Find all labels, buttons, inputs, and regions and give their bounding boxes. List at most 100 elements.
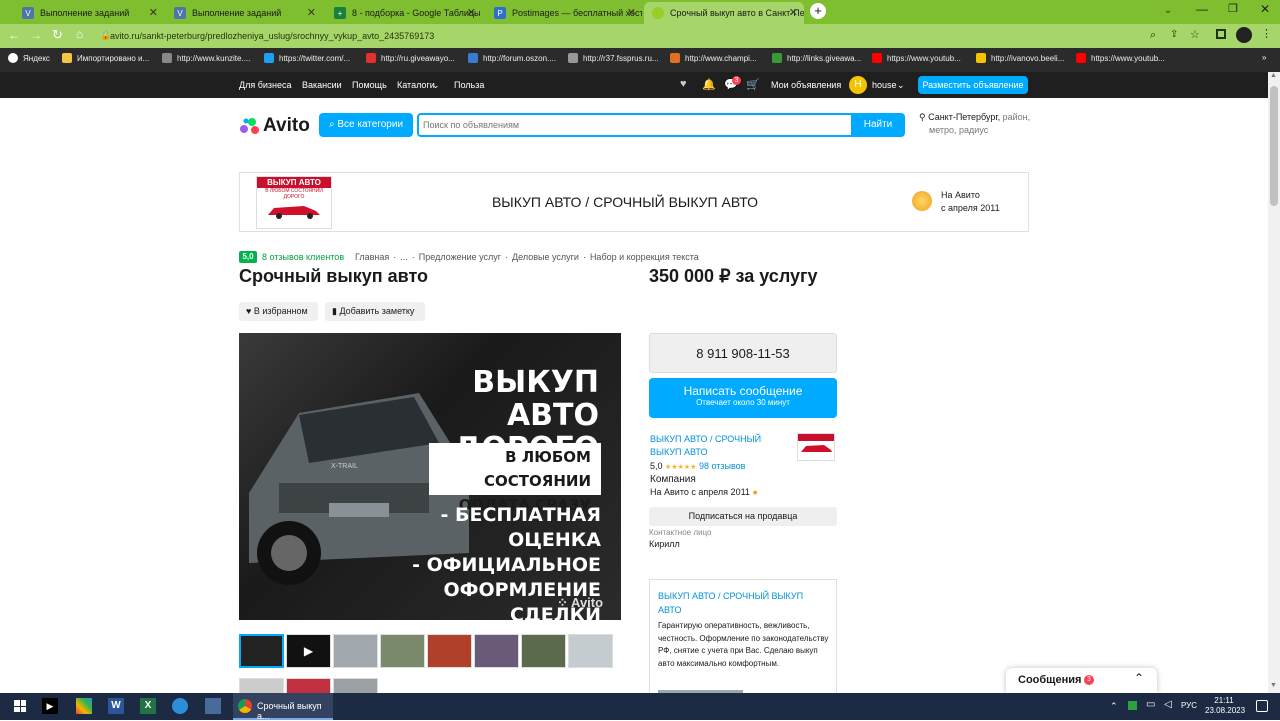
avito-logo[interactable]: Avito [239,115,310,137]
sidebar-icon[interactable] [1216,29,1226,39]
breadcrumb-item[interactable]: Главная [355,252,389,262]
back-icon[interactable]: ← [8,28,20,42]
app-icon[interactable] [76,698,92,714]
browser-tab[interactable]: P Postimages — бесплатный хостин ✕ [486,2,642,24]
photo-thumbnail[interactable] [333,678,378,693]
browser-tab[interactable]: V Выполнение заданий ✕ [166,2,322,24]
cart-icon[interactable]: 🛒 [746,78,760,91]
nav-link-vacancies[interactable]: Вакансии [302,80,342,90]
search-input[interactable] [423,117,843,133]
photo-thumbnail[interactable] [568,634,613,668]
close-icon[interactable]: ✕ [149,6,158,19]
close-icon[interactable]: ✕ [627,6,636,19]
bookmark-item[interactable]: http://links.giveawa... [772,53,861,63]
my-ads-link[interactable]: Мои объявления [771,80,841,90]
tray-chevron-icon[interactable]: ⌃ [1110,701,1118,712]
subscribe-button[interactable]: Подписаться на продавца [649,507,837,526]
post-ad-button[interactable]: Разместить объявление [918,76,1028,94]
breadcrumb-item[interactable]: Деловые услуги [512,252,579,262]
bookmark-item[interactable]: http://ivanovo.beeli... [976,53,1064,63]
scroll-up-icon[interactable]: ▲ [1270,72,1277,79]
maximize-icon[interactable]: ❐ [1228,2,1238,15]
nav-link-catalogs[interactable]: Каталоги [397,80,435,90]
bookmark-item[interactable]: https://www.youtub... [872,53,961,63]
favorite-button[interactable]: ♥ В избранном [239,302,318,321]
tab-search-icon[interactable]: ⌄ [1158,3,1178,19]
close-icon[interactable]: ✕ [789,6,798,19]
profile-avatar-icon[interactable] [1236,27,1252,43]
clock[interactable]: 21:11 23.08.2023 [1205,696,1245,716]
chevron-up-icon[interactable]: ⌃ [1134,671,1144,685]
bookmark-item[interactable]: http://ru.giveawayo... [366,53,455,63]
photo-thumbnail[interactable] [239,634,284,668]
new-tab-button[interactable]: + [810,3,826,19]
all-categories-button[interactable]: ⌕ Все категории [319,113,413,137]
bell-icon[interactable]: 🔔 [702,78,716,91]
language-indicator[interactable]: РУС [1181,701,1197,710]
close-window-icon[interactable]: ✕ [1260,2,1270,16]
user-avatar[interactable]: H [849,76,867,94]
search-button[interactable]: Найти [851,113,905,137]
more-bookmarks-icon[interactable]: » [1262,53,1266,62]
seller-reviews-link[interactable]: 98 отзывов [699,461,746,471]
bookmark-item[interactable]: http://www.champi... [670,53,757,63]
bookmark-item[interactable]: http://www.kunzite.... [162,53,250,63]
share-icon[interactable]: ⇪ [1170,29,1178,40]
user-name[interactable]: house [872,80,897,90]
photo-thumbnail[interactable] [474,634,519,668]
promo-title-link[interactable]: ВЫКУП АВТО / СРОЧНЫЙ ВЫКУП АВТО [658,589,803,617]
seller-avatar[interactable] [797,433,835,461]
bookmark-item[interactable]: https://www.youtub... [1076,53,1165,63]
photo-thumbnail[interactable] [239,678,284,693]
browser-tab-active[interactable]: Срочный выкуп авто в Санкт-Пет ✕ [644,2,804,24]
close-icon[interactable]: ✕ [307,6,316,19]
forward-icon[interactable]: → [30,28,42,42]
breadcrumb-item[interactable]: Предложение услуг [419,252,501,262]
bookmark-item[interactable]: http://r37.fssprus.ru... [568,53,659,63]
location-selector[interactable]: ⚲ Санкт-Петербург, район, метро, радиус [919,111,1039,137]
bookmark-item[interactable]: https://twitter.com/... [264,53,350,63]
close-icon[interactable]: ✕ [467,6,476,19]
excel-icon[interactable]: X [140,698,156,714]
nav-link-business[interactable]: Для бизнеса [239,80,292,90]
edge-icon[interactable] [172,698,188,714]
bookmark-star-icon[interactable]: ☆ [1190,28,1200,41]
breadcrumb-item[interactable]: Набор и коррекция текста [590,252,699,262]
add-note-button[interactable]: ▮ Добавить заметку [325,302,425,321]
volume-icon[interactable]: ◁ [1164,699,1172,710]
windows-start-icon[interactable] [14,700,26,712]
main-photo[interactable]: ВЫКУП АВТО ДОРОГО В ЛЮБОМ СОСТОЯНИИ ОПЛА… [239,333,621,620]
nav-link-benefit[interactable]: Польза [454,80,484,90]
messages-panel[interactable]: Сообщения 3 ⌃ [1006,668,1157,693]
photo-thumbnail[interactable] [333,634,378,668]
photo-thumbnail[interactable] [521,634,566,668]
taskbar-chrome-window[interactable]: Срочный выкуп а... [233,693,333,721]
photo-thumbnail[interactable] [380,634,425,668]
breadcrumb-item[interactable]: ... [400,252,408,262]
photo-thumbnail[interactable] [286,678,331,693]
bookmark-item[interactable]: http://forum.oszon.... [468,53,556,63]
video-thumbnail[interactable]: ▶ [286,634,331,668]
menu-dots-icon[interactable]: ⋮ [1261,27,1272,40]
explorer-icon[interactable] [205,698,221,714]
home-icon[interactable]: ⌂ [76,27,83,41]
notifications-icon[interactable] [1256,700,1268,712]
tray-app-icon[interactable] [1128,701,1137,710]
scrollbar-thumb[interactable] [1270,86,1278,206]
reviews-link[interactable]: 8 отзывов клиентов [262,252,344,262]
address-bar[interactable]: 🔒 avito.ru/sankt-peterburg/predlozheniya… [98,28,1208,45]
bookmark-item[interactable]: Импортировано и... [62,53,149,63]
minimize-icon[interactable]: — [1196,2,1208,16]
scroll-down-icon[interactable]: ▼ [1270,682,1277,689]
page-scrollbar[interactable]: ▲ ▼ [1268,72,1280,693]
browser-tab[interactable]: + 8 - подборка - Google Таблицы ✕ [326,2,482,24]
bookmark-item[interactable]: Яндекс [8,53,50,63]
heart-icon[interactable]: ♥ [680,78,687,90]
phone-button[interactable]: 8 911 908-11-53 [649,333,837,373]
media-player-icon[interactable]: ▶ [42,698,58,714]
nav-link-help[interactable]: Помощь [352,80,387,90]
browser-tab[interactable]: V Выполнение заданий ✕ [14,2,164,24]
word-icon[interactable]: W [108,698,124,714]
search-icon[interactable]: ⌕ [1150,29,1156,42]
network-icon[interactable]: ▭ [1146,699,1155,710]
